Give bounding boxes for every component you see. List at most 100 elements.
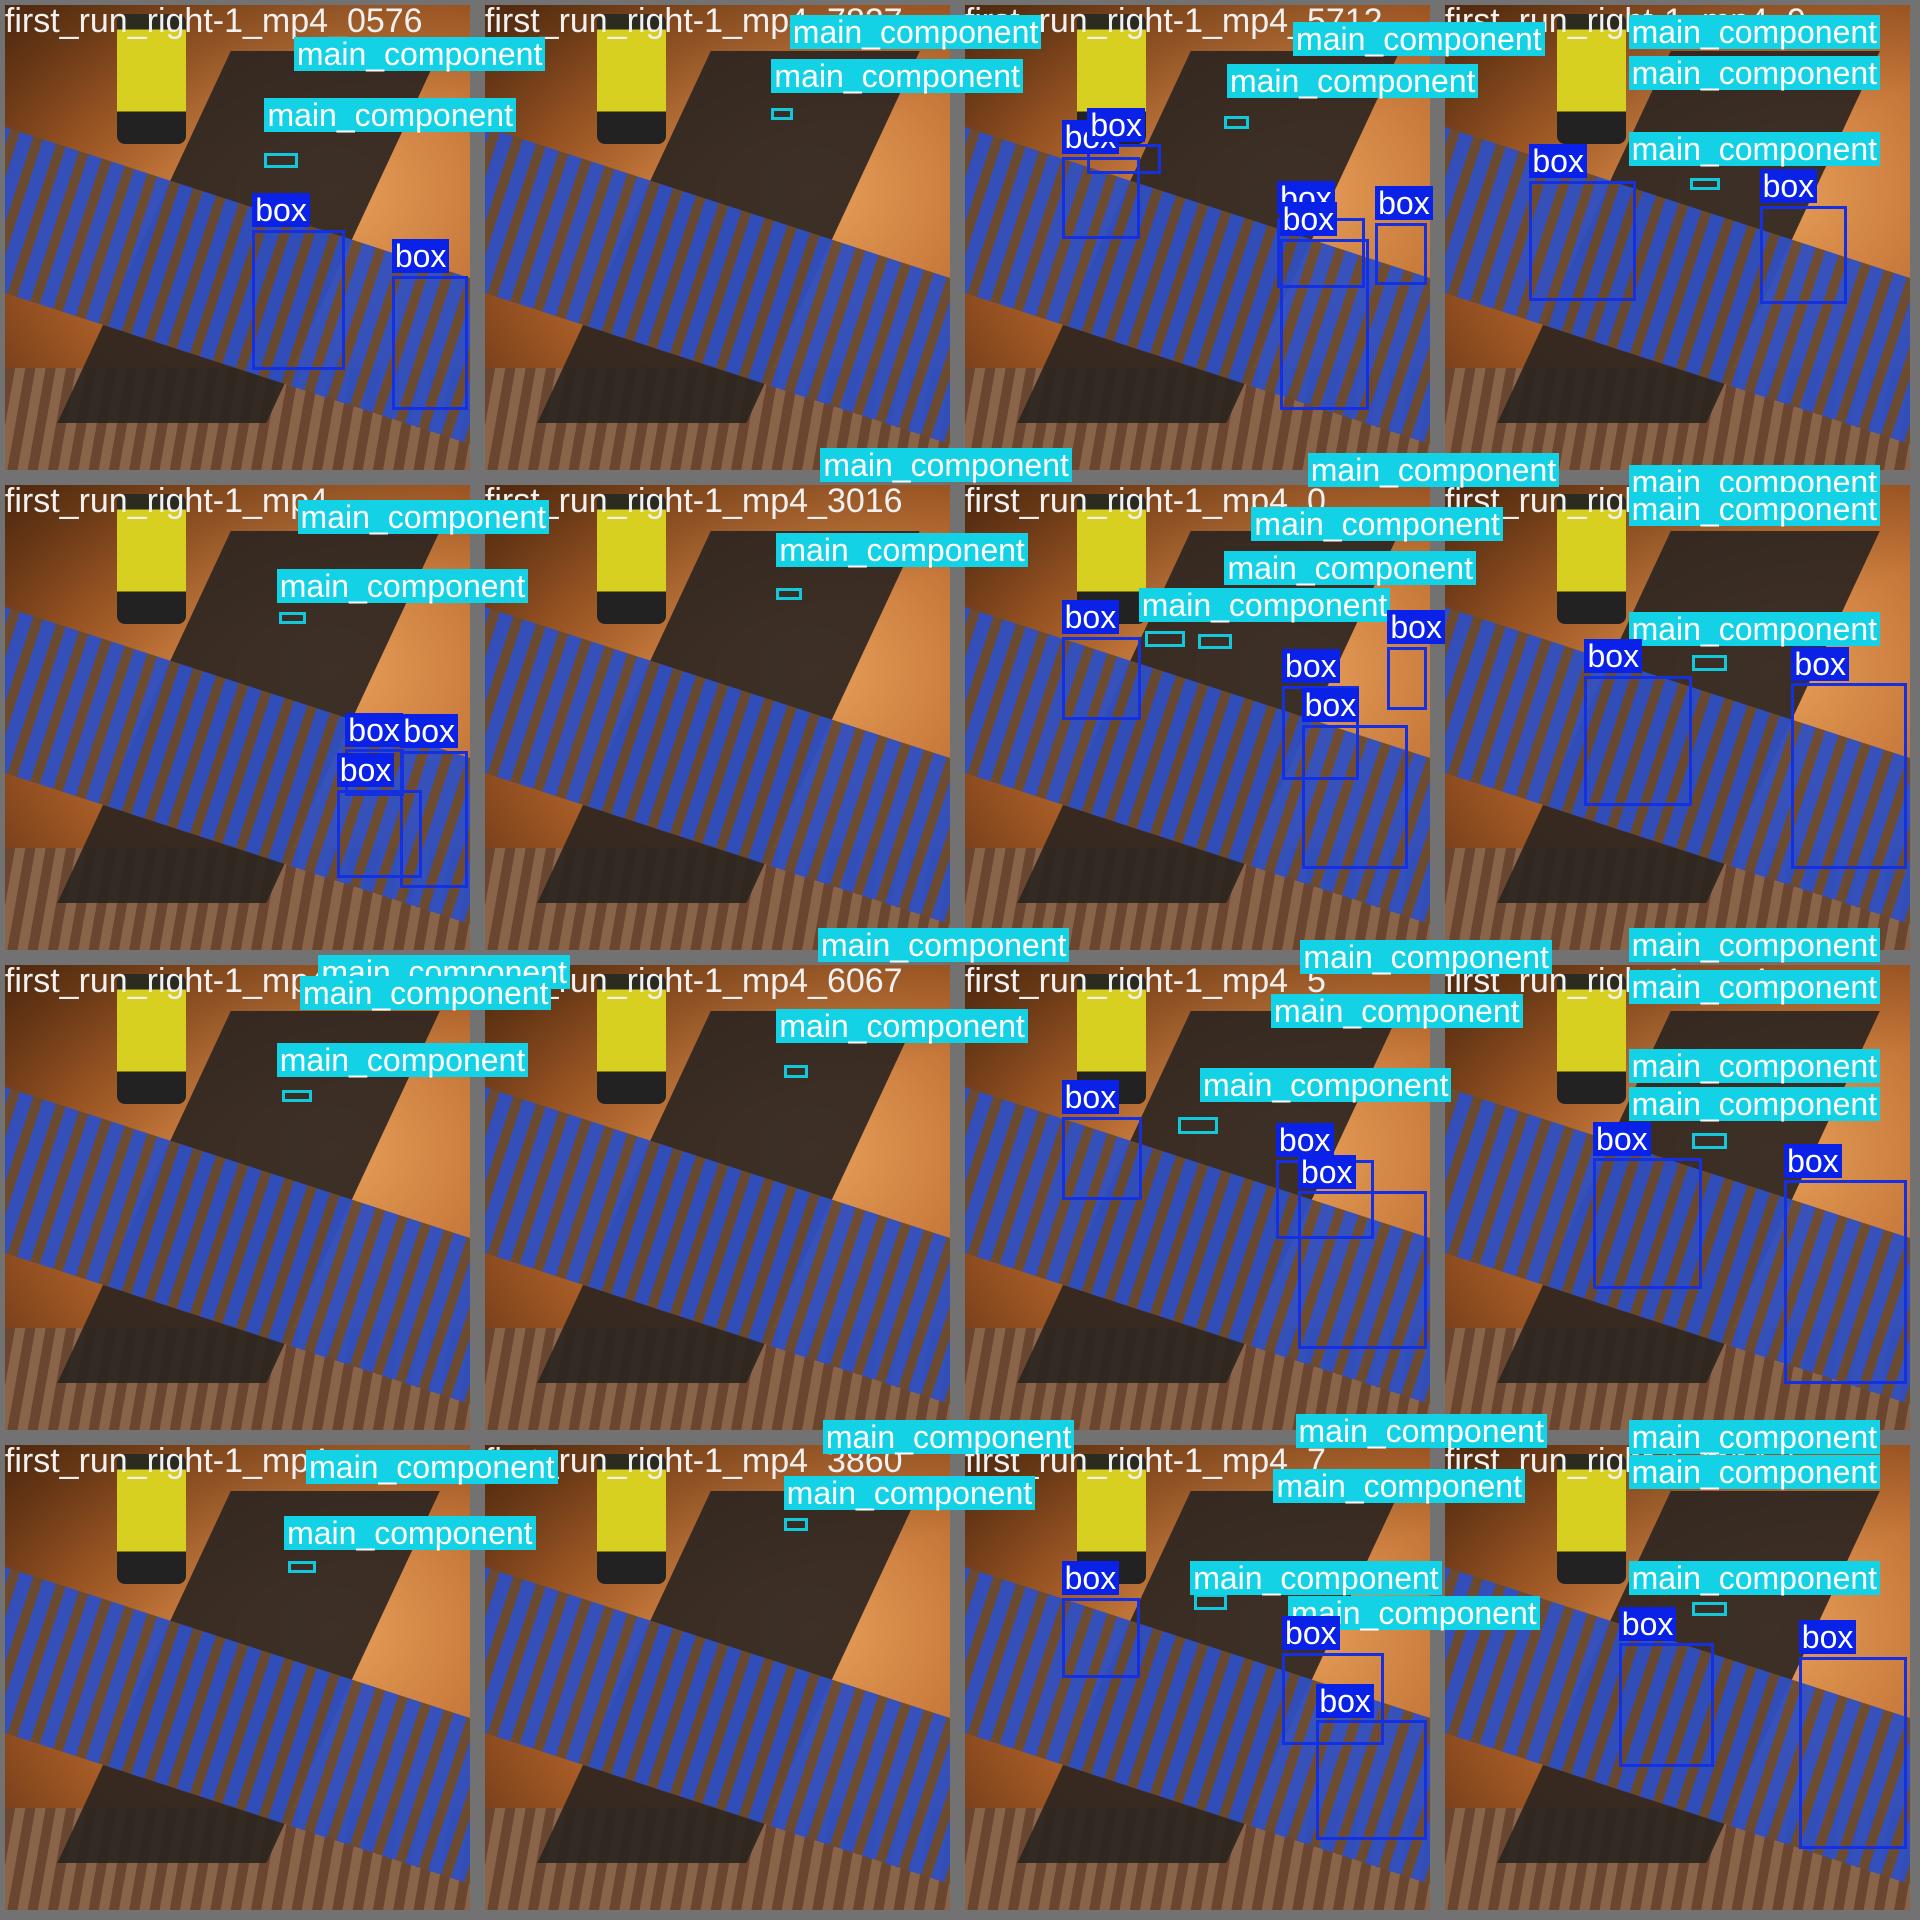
- main-component-label: main_component: [297, 499, 550, 534]
- image-tile: [4, 964, 471, 1431]
- main-component-bbox: [783, 1518, 809, 1531]
- main-component-label: main_component: [1628, 1420, 1881, 1455]
- main-component-label: main_component: [1628, 1049, 1881, 1084]
- box-bbox: [1759, 205, 1847, 304]
- box-label: box: [1784, 1143, 1842, 1178]
- main-component-label: main_component: [1226, 63, 1479, 98]
- main-component-label: main_component: [1295, 1414, 1547, 1449]
- tile-filename: first_run_right-1_mp4: [4, 1442, 329, 1481]
- box-bbox: [1791, 683, 1907, 870]
- box-bbox: [1784, 1180, 1907, 1384]
- box-label: box: [1375, 186, 1433, 221]
- main-component-label: main_component: [1628, 56, 1881, 91]
- main-component-bbox: [771, 107, 794, 120]
- main-component-label: main_component: [789, 14, 1042, 49]
- box-label: box: [1529, 144, 1587, 179]
- box-bbox: [391, 275, 468, 411]
- main-component-label: main_component: [1628, 612, 1881, 647]
- training-batch-mosaic: first_run_right-1_mp4_0576 first_run_righ…: [0, 0, 1920, 1920]
- tile-filename: first_run_right-1_mp4: [4, 962, 329, 1001]
- main-component-bbox: [279, 612, 307, 625]
- main-component-label: main_component: [1628, 1454, 1881, 1489]
- box-label: box: [391, 238, 450, 273]
- box-label: box: [1798, 1620, 1857, 1654]
- box-bbox: [1061, 636, 1142, 720]
- box-bbox: [1316, 1720, 1427, 1841]
- main-component-label: main_component: [776, 1008, 1028, 1043]
- main-component-label: main_component: [817, 928, 1070, 963]
- box-bbox: [1529, 181, 1636, 302]
- main-component-bbox: [281, 1089, 313, 1103]
- main-component-bbox: [1197, 634, 1232, 649]
- box-label: box: [1282, 648, 1340, 683]
- main-component-bbox: [1177, 1116, 1219, 1134]
- main-component-label: main_component: [771, 58, 1023, 93]
- main-component-label: main_component: [1224, 551, 1476, 586]
- box-label: box: [1584, 639, 1643, 674]
- main-component-label: main_component: [1628, 1087, 1881, 1122]
- main-component-label: main_component: [284, 1515, 536, 1550]
- box-bbox: [1618, 1643, 1715, 1767]
- main-component-bbox: [1692, 1132, 1727, 1149]
- box-bbox: [1061, 1116, 1143, 1200]
- box-bbox: [1375, 222, 1427, 286]
- box-label: box: [336, 753, 395, 788]
- main-component-label: main_component: [776, 532, 1028, 567]
- main-component-bbox: [1193, 1594, 1227, 1611]
- box-label: box: [1301, 688, 1360, 723]
- main-component-bbox: [783, 1065, 809, 1078]
- box-bbox: [1301, 724, 1409, 870]
- main-component-label: main_component: [276, 569, 529, 604]
- main-component-label: main_component: [822, 1420, 1075, 1455]
- box-bbox: [1279, 238, 1369, 411]
- main-component-label: main_component: [1628, 14, 1881, 49]
- main-component-label: main_component: [1628, 132, 1881, 167]
- box-bbox: [1584, 675, 1693, 806]
- main-component-label: main_component: [783, 1475, 1036, 1510]
- box-label: box: [1282, 1616, 1340, 1651]
- main-component-label: main_component: [1628, 928, 1881, 963]
- box-bbox: [1798, 1656, 1907, 1849]
- main-component-bbox: [1689, 177, 1721, 190]
- box-label: box: [1087, 107, 1145, 142]
- main-component-label: main_component: [1300, 940, 1552, 975]
- main-component-bbox: [1224, 116, 1249, 129]
- main-component-label: main_component: [276, 1043, 529, 1078]
- main-component-label: main_component: [1293, 22, 1545, 57]
- box-bbox: [1593, 1158, 1703, 1290]
- main-component-bbox: [264, 153, 298, 168]
- box-bbox: [252, 230, 346, 370]
- main-component-bbox: [776, 587, 803, 600]
- box-label: box: [1618, 1606, 1677, 1641]
- box-label: box: [1791, 646, 1850, 681]
- main-component-bbox: [1144, 630, 1186, 647]
- main-component-bbox: [287, 1561, 316, 1574]
- box-label: box: [1593, 1121, 1651, 1156]
- box-bbox: [1061, 1597, 1140, 1678]
- box-label: box: [1297, 1154, 1356, 1189]
- image-tile: [484, 1444, 951, 1911]
- main-component-label: main_component: [264, 97, 516, 132]
- box-label: box: [1387, 609, 1445, 644]
- main-component-label: main_component: [1138, 587, 1391, 622]
- box-label: box: [252, 193, 310, 228]
- main-component-label: main_component: [293, 36, 546, 71]
- main-component-label: main_component: [300, 975, 552, 1010]
- main-component-label: main_component: [1271, 994, 1523, 1029]
- main-component-label: main_component: [1628, 1561, 1881, 1596]
- box-label: box: [1279, 202, 1338, 237]
- box-label: box: [400, 713, 458, 748]
- tile-filename: first_run_right-1_mp4: [4, 482, 329, 521]
- box-label: box: [1061, 600, 1120, 634]
- main-component-label: main_component: [306, 1449, 558, 1484]
- main-component-bbox: [1692, 1601, 1727, 1617]
- box-bbox: [1387, 646, 1427, 711]
- main-component-label: main_component: [1628, 969, 1881, 1004]
- main-component-label: main_component: [1200, 1067, 1452, 1102]
- box-bbox: [400, 750, 468, 888]
- box-label: box: [1759, 168, 1818, 203]
- main-component-bbox: [1692, 655, 1727, 671]
- main-component-label: main_component: [820, 448, 1072, 483]
- main-component-label: main_component: [1190, 1561, 1442, 1596]
- main-component-label: main_component: [1273, 1469, 1525, 1504]
